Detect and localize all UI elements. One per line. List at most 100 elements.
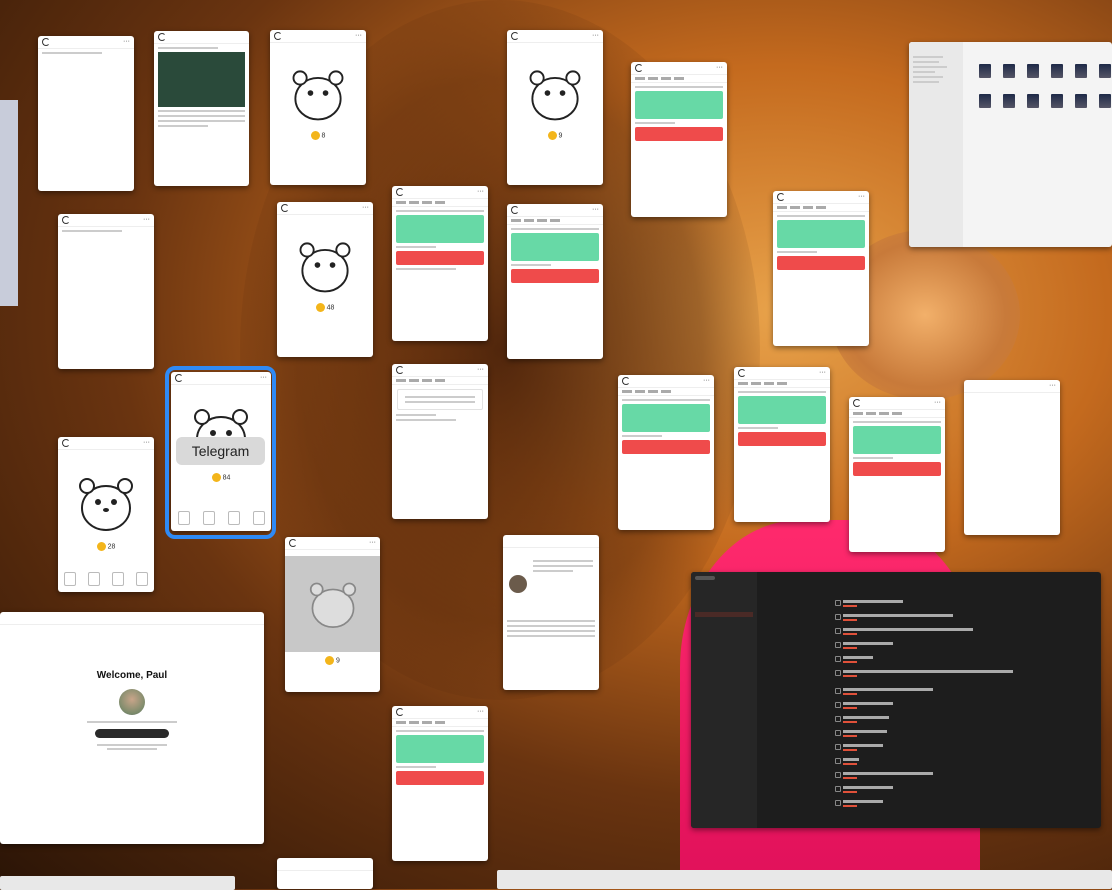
checkbox[interactable] bbox=[835, 744, 841, 750]
back-icon[interactable] bbox=[396, 188, 404, 196]
back-icon[interactable] bbox=[622, 377, 630, 385]
tab[interactable] bbox=[892, 412, 902, 415]
window-titlebar[interactable]: ··· bbox=[392, 706, 488, 719]
back-icon[interactable] bbox=[777, 193, 785, 201]
back-icon[interactable] bbox=[853, 399, 861, 407]
todo-item[interactable] bbox=[835, 628, 1101, 636]
window-titlebar[interactable] bbox=[0, 612, 264, 625]
window-welcome[interactable]: Welcome, Paul bbox=[0, 612, 264, 844]
window-hamster-game-2[interactable]: ··· 8 bbox=[270, 30, 366, 185]
todo-item[interactable] bbox=[835, 656, 1101, 664]
file-icon[interactable] bbox=[1003, 64, 1015, 78]
window-tickets-4[interactable]: ··· bbox=[507, 204, 603, 359]
more-icon[interactable]: ··· bbox=[369, 537, 376, 549]
hamster-icon[interactable] bbox=[292, 233, 358, 299]
window-titlebar[interactable]: ··· bbox=[277, 202, 373, 215]
todo-item[interactable] bbox=[835, 786, 1101, 794]
window-titlebar[interactable]: ··· bbox=[270, 30, 366, 43]
tab[interactable] bbox=[622, 390, 632, 393]
more-icon[interactable]: ··· bbox=[143, 437, 150, 449]
window-empty-note-1[interactable]: ··· bbox=[38, 36, 134, 191]
window-empty-note-2[interactable]: ··· bbox=[58, 214, 154, 369]
file-icon[interactable] bbox=[1075, 64, 1087, 78]
ticket-error[interactable] bbox=[738, 432, 826, 446]
more-icon[interactable]: ··· bbox=[716, 62, 723, 74]
tab[interactable] bbox=[409, 201, 419, 204]
tab[interactable] bbox=[396, 379, 406, 382]
tab[interactable] bbox=[751, 382, 761, 385]
tab[interactable] bbox=[777, 382, 787, 385]
more-icon[interactable]: ··· bbox=[355, 30, 362, 42]
window-titlebar[interactable]: ··· bbox=[849, 397, 945, 410]
tab[interactable] bbox=[635, 77, 645, 80]
checkbox[interactable] bbox=[835, 702, 841, 708]
checkbox[interactable] bbox=[835, 628, 841, 634]
tab[interactable] bbox=[435, 721, 445, 724]
more-icon[interactable]: ··· bbox=[819, 367, 826, 379]
tab[interactable] bbox=[537, 219, 547, 222]
todo-item[interactable] bbox=[835, 730, 1101, 738]
tab[interactable] bbox=[422, 721, 432, 724]
back-icon[interactable] bbox=[738, 369, 746, 377]
checkbox[interactable] bbox=[835, 730, 841, 736]
window-titlebar[interactable]: ··· bbox=[773, 191, 869, 204]
more-icon[interactable]: ··· bbox=[1049, 380, 1056, 392]
tab[interactable] bbox=[866, 412, 876, 415]
todo-item[interactable] bbox=[835, 800, 1101, 808]
todo-item[interactable] bbox=[835, 758, 1101, 766]
tab[interactable] bbox=[661, 390, 671, 393]
window-titlebar[interactable] bbox=[503, 535, 599, 548]
back-icon[interactable] bbox=[42, 38, 50, 46]
window-tickets-8[interactable]: ··· bbox=[773, 191, 869, 346]
tab[interactable] bbox=[435, 379, 445, 382]
todo-item[interactable] bbox=[835, 702, 1101, 710]
tab[interactable] bbox=[409, 721, 419, 724]
ticket-error[interactable] bbox=[635, 127, 723, 141]
tab[interactable] bbox=[738, 382, 748, 385]
window-article[interactable] bbox=[154, 31, 249, 186]
window-controls[interactable] bbox=[695, 576, 715, 580]
todo-item[interactable] bbox=[835, 642, 1101, 650]
file-icon[interactable] bbox=[979, 94, 991, 108]
avatar[interactable] bbox=[119, 689, 145, 715]
ticket-success[interactable] bbox=[635, 91, 723, 119]
tab[interactable] bbox=[396, 721, 406, 724]
partial-window-bottom-right[interactable] bbox=[497, 870, 1112, 889]
window-titlebar[interactable]: ··· bbox=[507, 204, 603, 217]
partial-window-bottom-left[interactable] bbox=[0, 876, 235, 890]
back-icon[interactable] bbox=[289, 539, 297, 547]
tab[interactable] bbox=[790, 206, 800, 209]
back-icon[interactable] bbox=[158, 33, 166, 41]
tab[interactable] bbox=[409, 379, 419, 382]
checkbox[interactable] bbox=[835, 656, 841, 662]
file-icon[interactable] bbox=[1027, 94, 1039, 108]
more-icon[interactable]: ··· bbox=[703, 375, 710, 387]
tab[interactable] bbox=[435, 201, 445, 204]
window-titlebar[interactable]: ··· bbox=[38, 36, 134, 49]
ticket-error[interactable] bbox=[511, 269, 599, 283]
tab[interactable] bbox=[396, 201, 406, 204]
more-icon[interactable]: ··· bbox=[362, 202, 369, 214]
tab[interactable] bbox=[816, 206, 826, 209]
todo-item[interactable] bbox=[835, 772, 1101, 780]
window-tickets-6[interactable]: ··· bbox=[618, 375, 714, 530]
file-icon[interactable] bbox=[1027, 64, 1039, 78]
window-titlebar[interactable]: ··· bbox=[58, 437, 154, 450]
tab[interactable] bbox=[661, 77, 671, 80]
back-icon[interactable] bbox=[396, 366, 404, 374]
window-tickets-3[interactable]: ··· bbox=[392, 706, 488, 861]
back-icon[interactable] bbox=[62, 216, 70, 224]
checkbox[interactable] bbox=[835, 614, 841, 620]
back-icon[interactable] bbox=[635, 64, 643, 72]
ticket-success[interactable] bbox=[396, 215, 484, 243]
window-titlebar[interactable]: ··· bbox=[618, 375, 714, 388]
more-icon[interactable]: ··· bbox=[143, 214, 150, 226]
window-tickets-5[interactable]: ··· bbox=[631, 62, 727, 217]
ticket-error[interactable] bbox=[396, 771, 484, 785]
file-icon[interactable] bbox=[979, 64, 991, 78]
todo-item[interactable] bbox=[835, 614, 1101, 622]
window-finder[interactable] bbox=[909, 42, 1112, 247]
window-hamster-game-loading[interactable]: ··· 9 bbox=[285, 537, 380, 692]
more-icon[interactable]: ··· bbox=[477, 706, 484, 718]
ticket-success[interactable] bbox=[777, 220, 865, 248]
